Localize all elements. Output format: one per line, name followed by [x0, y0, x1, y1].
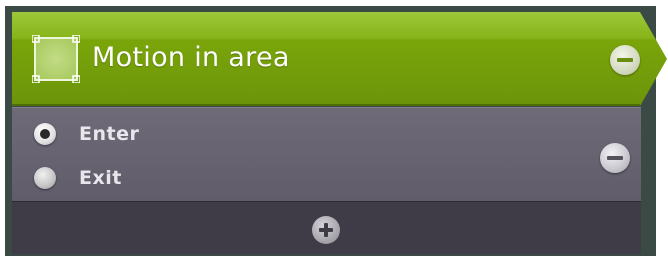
option-exit-label: Exit	[79, 167, 122, 189]
options-collapse-button[interactable]	[600, 143, 630, 173]
radio-dot	[40, 129, 50, 139]
option-enter-label: Enter	[79, 123, 140, 145]
block-title: Motion in area	[92, 42, 290, 73]
add-bar	[12, 201, 641, 254]
motion-block-widget: Motion in area Enter Exit	[0, 0, 668, 257]
radio-unselected-icon[interactable]	[34, 167, 56, 189]
block-header[interactable]: Motion in area	[12, 12, 667, 106]
radio-selected-icon[interactable]	[34, 123, 56, 145]
minus-circle-icon	[617, 58, 633, 62]
add-button[interactable]	[312, 216, 340, 244]
minus-circle-icon	[607, 156, 623, 160]
area-selection-icon	[32, 35, 80, 83]
header-collapse-button[interactable]	[610, 45, 640, 75]
options-section: Enter Exit	[12, 107, 641, 201]
